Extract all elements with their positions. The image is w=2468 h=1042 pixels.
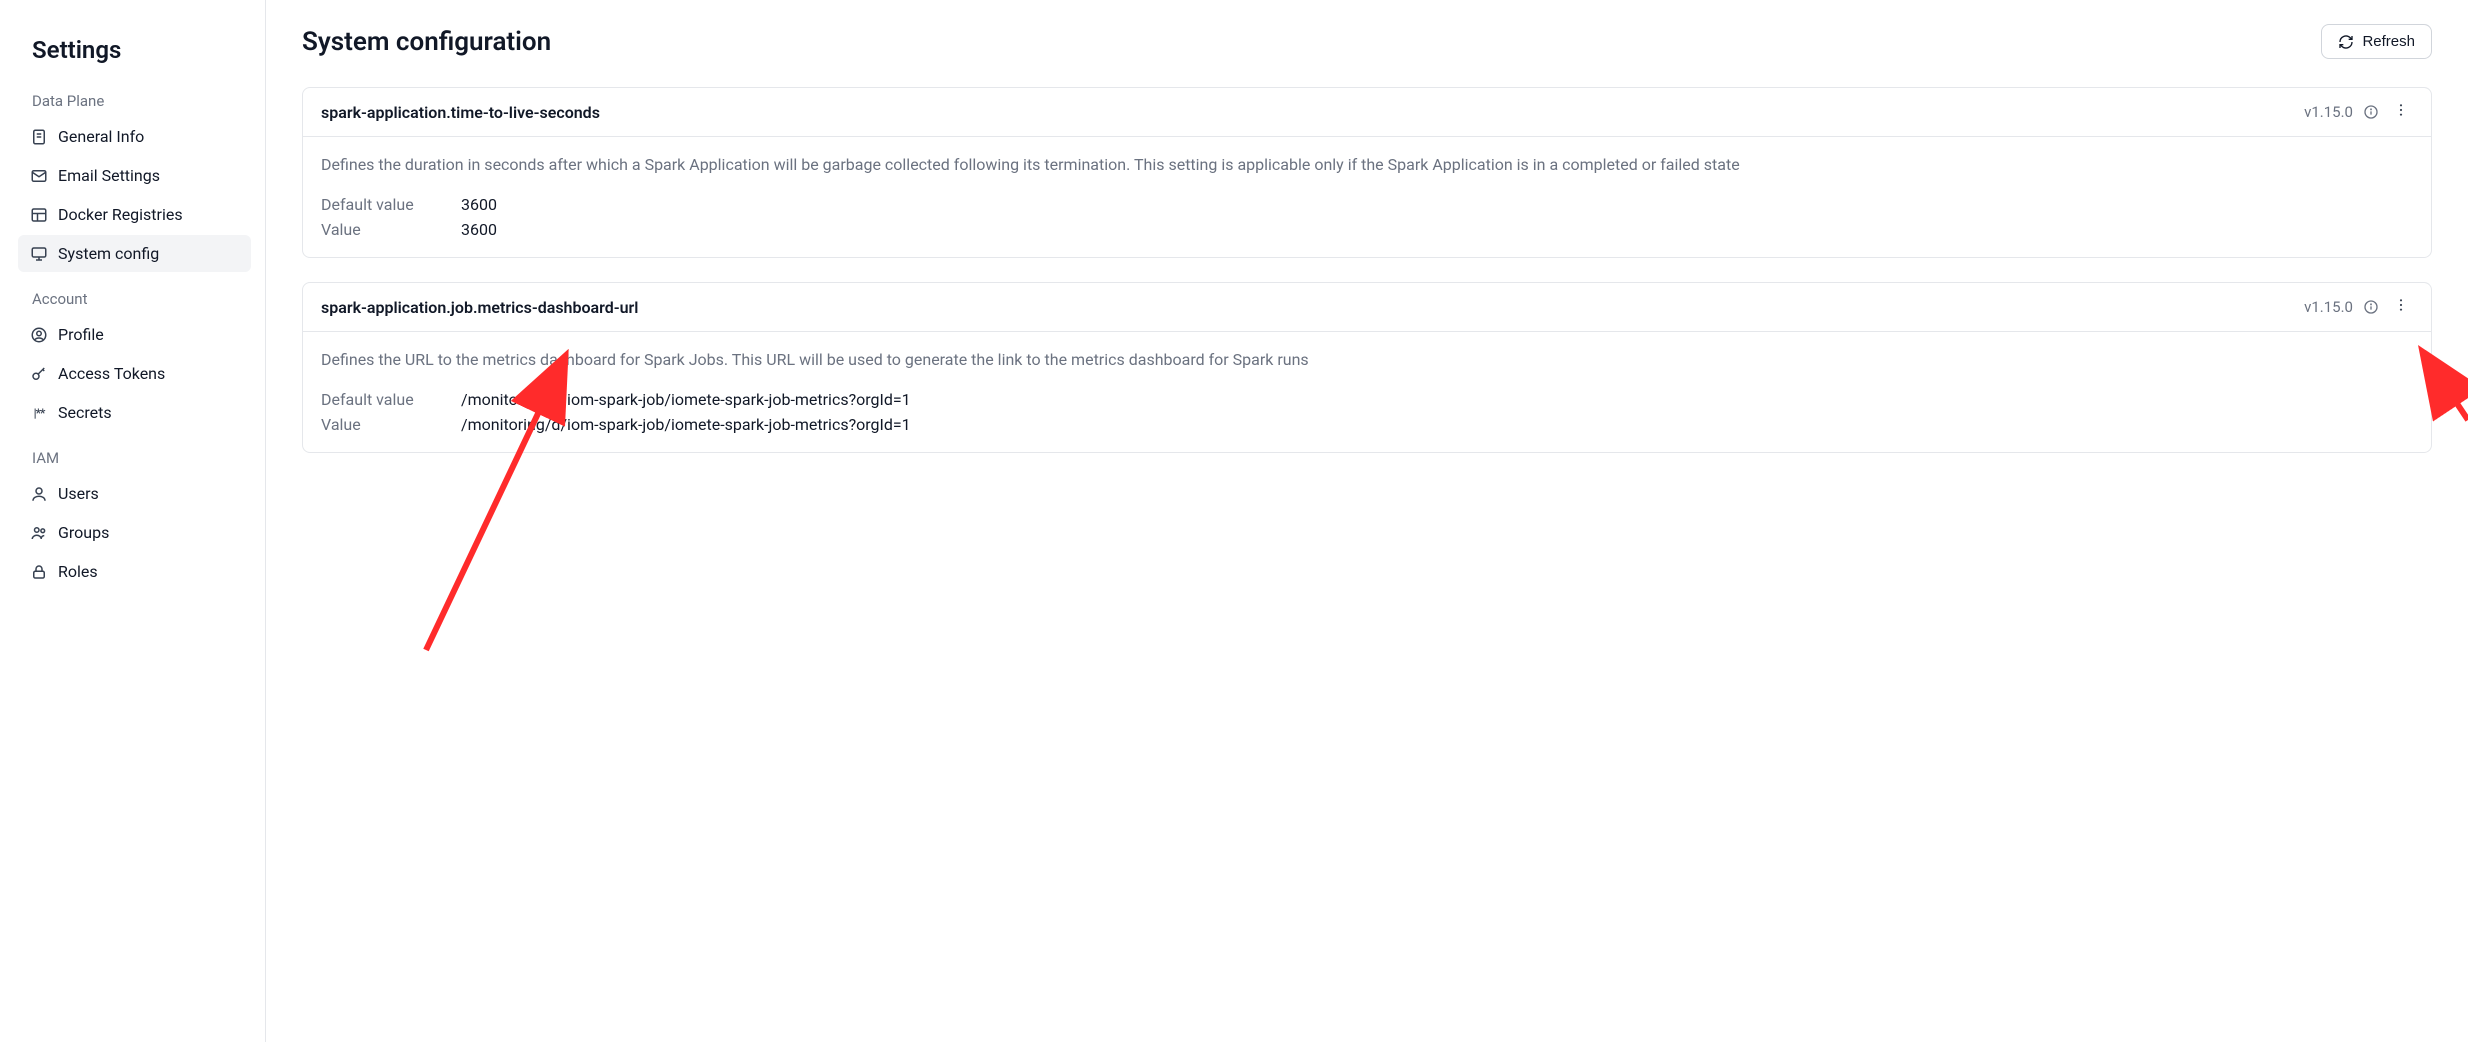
sidebar-item-label: Roles — [58, 562, 98, 581]
config-version: v1.15.0 — [2304, 103, 2353, 121]
file-icon — [30, 128, 48, 146]
config-card: spark-application.time-to-live-seconds v… — [302, 87, 2432, 258]
more-actions-button[interactable] — [2389, 295, 2413, 319]
page-title: System configuration — [302, 27, 551, 57]
sidebar-item-label: Docker Registries — [58, 205, 183, 224]
config-name: spark-application.job.metrics-dashboard-… — [321, 298, 638, 317]
info-icon[interactable] — [2363, 299, 2379, 315]
sidebar-item-label: System config — [58, 244, 159, 263]
config-description: Defines the URL to the metrics dashboard… — [321, 348, 2413, 372]
sidebar-section-account: Account — [32, 290, 243, 308]
monitor-icon — [30, 245, 48, 263]
sidebar-item-label: Secrets — [58, 403, 112, 422]
sidebar-item-label: Groups — [58, 523, 109, 542]
sidebar-section-data-plane: Data Plane — [32, 92, 243, 110]
sidebar-title: Settings — [32, 36, 243, 64]
secret-icon: |** — [30, 404, 48, 422]
main-content: System configuration Refresh spark-appli… — [266, 0, 2468, 1042]
info-icon[interactable] — [2363, 104, 2379, 120]
sidebar-item-email-settings[interactable]: Email Settings — [18, 157, 251, 194]
value: 3600 — [461, 220, 497, 239]
sidebar-item-users[interactable]: Users — [18, 475, 251, 512]
sidebar-section-iam: IAM — [32, 449, 243, 467]
mail-icon — [30, 167, 48, 185]
users-icon — [30, 524, 48, 542]
default-value: 3600 — [461, 195, 497, 214]
sidebar-item-general-info[interactable]: General Info — [18, 118, 251, 155]
default-value: /monitoring/d/iom-spark-job/iomete-spark… — [461, 390, 911, 409]
config-card: spark-application.job.metrics-dashboard-… — [302, 282, 2432, 453]
lock-icon — [30, 563, 48, 581]
config-description: Defines the duration in seconds after wh… — [321, 153, 2413, 177]
value-label: Value — [321, 220, 441, 239]
layout-icon — [30, 206, 48, 224]
default-value-label: Default value — [321, 390, 441, 409]
sidebar-item-label: Access Tokens — [58, 364, 165, 383]
refresh-button[interactable]: Refresh — [2321, 24, 2432, 59]
config-name: spark-application.time-to-live-seconds — [321, 103, 600, 122]
user-circle-icon — [30, 326, 48, 344]
refresh-button-label: Refresh — [2362, 33, 2415, 50]
sidebar-item-system-config[interactable]: System config — [18, 235, 251, 272]
sidebar-item-label: Users — [58, 484, 99, 503]
settings-sidebar: Settings Data Plane General Info Email S… — [0, 0, 266, 1042]
key-icon — [30, 365, 48, 383]
sidebar-item-access-tokens[interactable]: Access Tokens — [18, 355, 251, 392]
sidebar-item-profile[interactable]: Profile — [18, 316, 251, 353]
sidebar-item-groups[interactable]: Groups — [18, 514, 251, 551]
user-icon — [30, 485, 48, 503]
value: /monitoring/d/iom-spark-job/iomete-spark… — [461, 415, 911, 434]
sidebar-item-roles[interactable]: Roles — [18, 553, 251, 590]
sidebar-item-secrets[interactable]: |** Secrets — [18, 394, 251, 431]
value-label: Value — [321, 415, 441, 434]
sidebar-item-label: Email Settings — [58, 166, 160, 185]
sidebar-item-label: Profile — [58, 325, 104, 344]
sidebar-item-label: General Info — [58, 127, 144, 146]
config-version: v1.15.0 — [2304, 298, 2353, 316]
default-value-label: Default value — [321, 195, 441, 214]
sidebar-item-docker-registries[interactable]: Docker Registries — [18, 196, 251, 233]
refresh-icon — [2338, 34, 2354, 50]
more-actions-button[interactable] — [2389, 100, 2413, 124]
